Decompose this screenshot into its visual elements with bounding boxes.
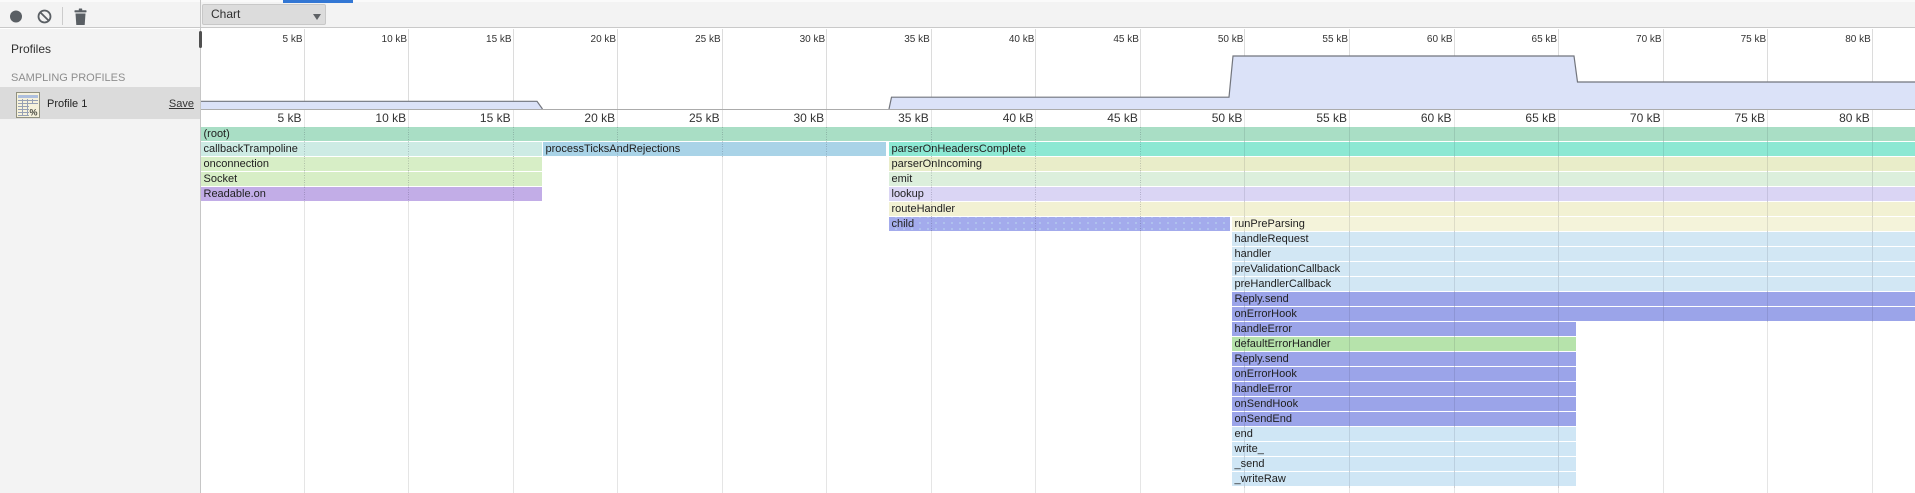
svg-text:%: %	[30, 108, 38, 118]
